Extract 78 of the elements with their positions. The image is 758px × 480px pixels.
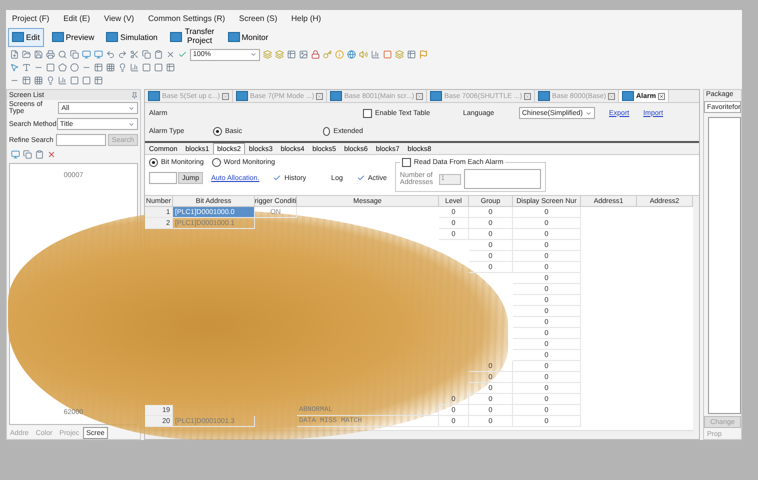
table-icon[interactable] xyxy=(287,50,296,59)
table-icon[interactable] xyxy=(94,76,103,85)
part-icon[interactable] xyxy=(275,50,284,59)
table-icon[interactable] xyxy=(166,63,175,72)
flag-icon[interactable] xyxy=(419,50,428,59)
menu-item[interactable]: Help (H) xyxy=(291,14,322,22)
print-icon[interactable] xyxy=(46,50,55,59)
caret-icon xyxy=(128,120,135,128)
menu-item[interactable]: Screen (S) xyxy=(239,14,278,22)
pointer-icon[interactable] xyxy=(10,63,19,72)
copy-icon[interactable] xyxy=(142,50,151,59)
key-icon[interactable] xyxy=(323,50,332,59)
menu-item[interactable]: Project (F) xyxy=(12,14,50,22)
screen-icon[interactable] xyxy=(82,50,91,59)
caret-icon xyxy=(128,104,135,112)
checkbox[interactable] xyxy=(363,108,372,118)
cut-icon[interactable] xyxy=(130,50,139,59)
paste-icon[interactable] xyxy=(154,50,163,59)
square-icon[interactable] xyxy=(383,50,392,59)
screen-icon[interactable] xyxy=(11,150,20,159)
caret-icon xyxy=(250,51,257,58)
lock-icon[interactable] xyxy=(311,50,320,59)
chart-icon[interactable] xyxy=(371,50,380,59)
table-icon[interactable] xyxy=(22,76,31,85)
lamp-icon[interactable] xyxy=(46,76,55,85)
jump-field[interactable] xyxy=(149,172,177,184)
part-icon[interactable] xyxy=(395,50,404,59)
search-icon[interactable] xyxy=(58,50,67,59)
mode-button[interactable]: Preview xyxy=(48,28,98,46)
checkbox[interactable] xyxy=(402,158,411,167)
menu-item[interactable]: Common Settings (R) xyxy=(148,14,226,22)
info-icon[interactable] xyxy=(335,50,344,59)
mode-button[interactable]: Transfer Project xyxy=(166,28,220,46)
ellipse-icon[interactable] xyxy=(70,63,79,72)
delete-icon[interactable] xyxy=(47,150,56,159)
part-icon[interactable] xyxy=(263,50,272,59)
redo-icon[interactable] xyxy=(118,50,127,59)
mode-button[interactable]: Simulation xyxy=(102,28,162,46)
paste-icon[interactable] xyxy=(35,150,44,159)
polygon-icon[interactable] xyxy=(58,63,67,72)
caret-icon xyxy=(585,110,592,116)
undo-icon[interactable] xyxy=(106,50,115,59)
screen-icon[interactable] xyxy=(94,50,103,59)
grid-icon[interactable] xyxy=(34,76,43,85)
radio-button[interactable] xyxy=(149,158,158,167)
chart-icon[interactable] xyxy=(58,76,67,85)
image-icon[interactable] xyxy=(299,50,308,59)
close-icon[interactable] xyxy=(658,92,665,100)
radio-button[interactable] xyxy=(323,126,330,136)
menu-item[interactable]: View (V) xyxy=(104,14,134,22)
copy-icon[interactable] xyxy=(23,150,32,159)
search-field[interactable] xyxy=(56,134,106,146)
globe-icon[interactable] xyxy=(347,50,356,59)
table-icon[interactable] xyxy=(94,63,103,72)
addresses-field[interactable] xyxy=(464,169,541,189)
rectangle-icon[interactable] xyxy=(46,63,55,72)
check-icon[interactable] xyxy=(178,50,187,59)
new-file-icon[interactable] xyxy=(10,50,19,59)
horizontal-scrollbar[interactable] xyxy=(145,430,693,439)
vertical-scrollbar[interactable] xyxy=(693,196,699,439)
chart-icon[interactable] xyxy=(130,63,139,72)
save-icon[interactable] xyxy=(34,50,43,59)
mode-button[interactable]: Monitor xyxy=(224,28,272,46)
table-icon[interactable] xyxy=(407,50,416,59)
checkmark-icon xyxy=(273,174,282,182)
delete-icon[interactable] xyxy=(166,50,175,59)
menu-item[interactable]: Edit (E) xyxy=(63,14,90,22)
speaker-icon[interactable] xyxy=(359,50,368,59)
copy-icon[interactable] xyxy=(70,50,79,59)
radio-button[interactable] xyxy=(213,126,222,136)
lamp-icon[interactable] xyxy=(118,63,127,72)
pin-icon[interactable] xyxy=(131,92,138,98)
text-icon[interactable] xyxy=(22,63,31,72)
grid-icon[interactable] xyxy=(106,63,115,72)
checkmark-icon xyxy=(356,174,365,182)
open-folder-icon[interactable] xyxy=(22,50,31,59)
radio-button[interactable] xyxy=(212,158,221,167)
mode-button[interactable]: Edit xyxy=(8,28,44,46)
